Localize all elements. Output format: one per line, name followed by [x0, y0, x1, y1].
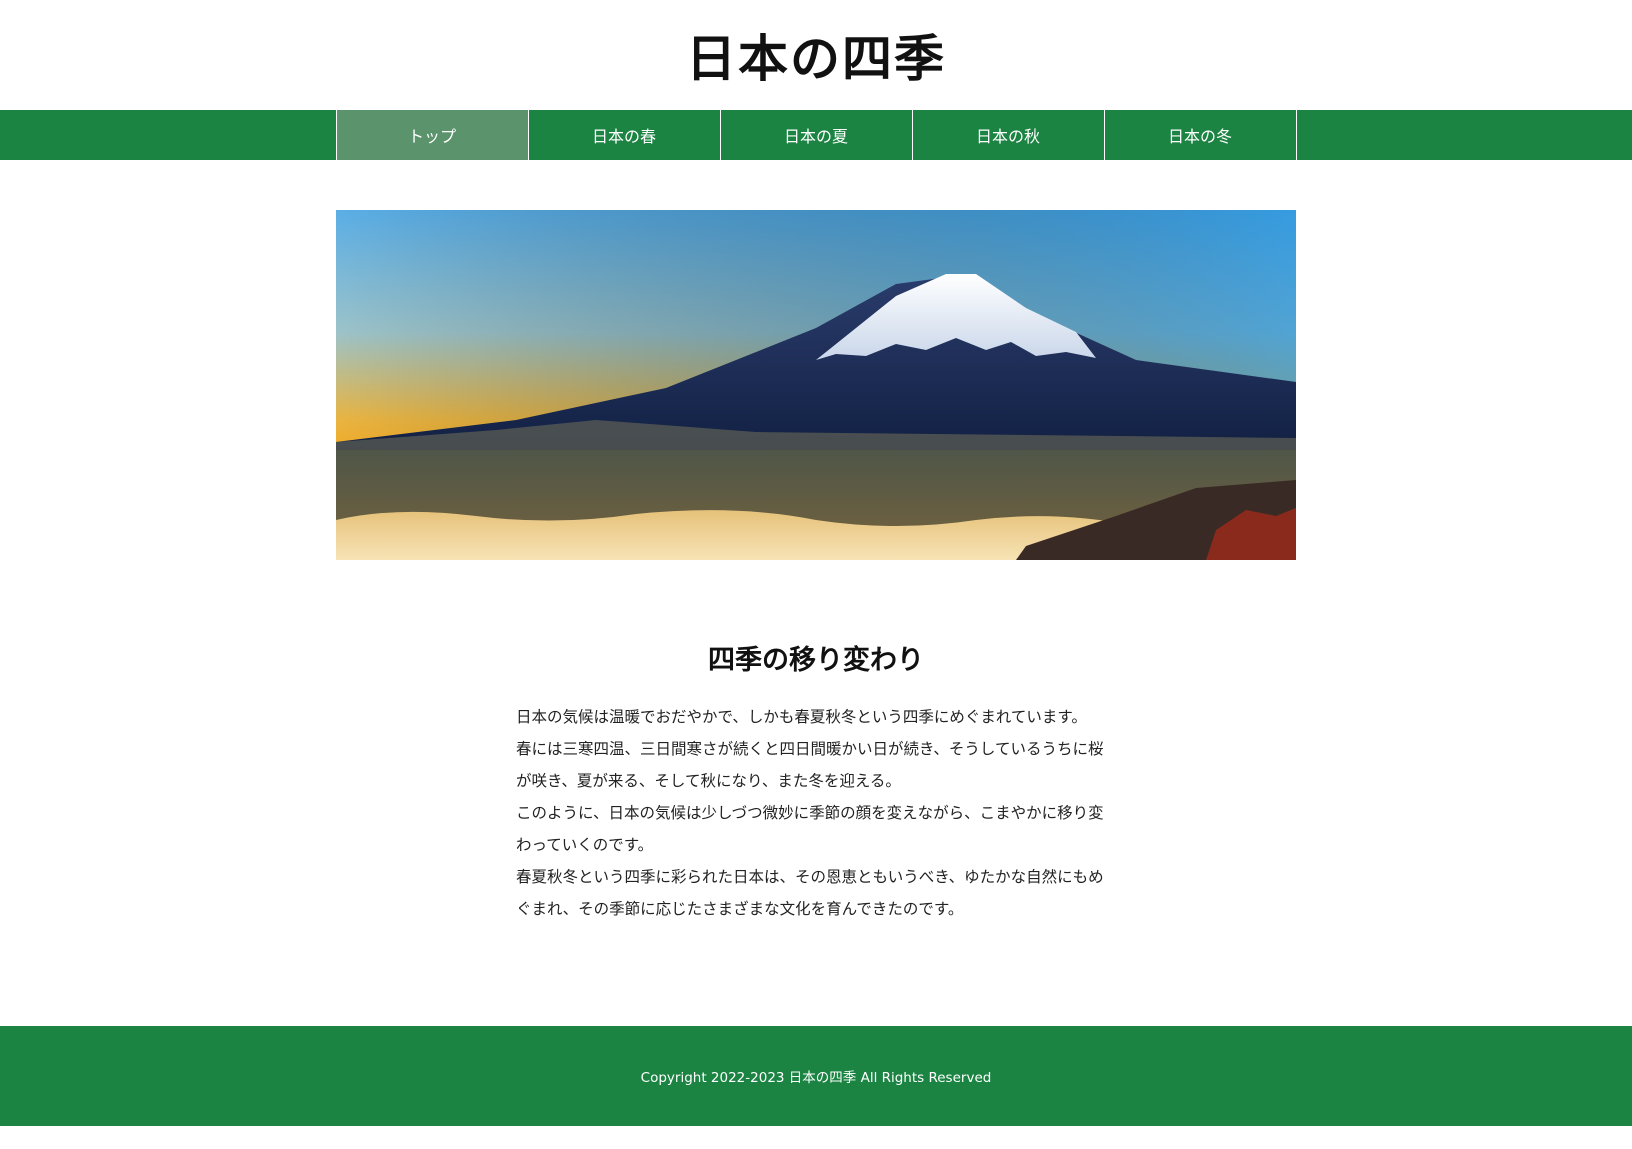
- hero-image-mount-fuji: [336, 210, 1296, 560]
- nav-item-autumn[interactable]: 日本の秋: [913, 110, 1105, 160]
- nav-item-spring[interactable]: 日本の春: [529, 110, 721, 160]
- site-footer: Copyright 2022-2023 日本の四季 All Rights Res…: [0, 1026, 1632, 1126]
- nav-item-summer[interactable]: 日本の夏: [721, 110, 913, 160]
- paragraph-line: 春夏秋冬という四季に彩られた日本は、その恩恵ともいうべき、ゆたかな自然にもめぐま…: [516, 868, 1104, 918]
- nav-list: トップ 日本の春 日本の夏 日本の秋 日本の冬: [335, 110, 1297, 160]
- global-nav: トップ 日本の春 日本の夏 日本の秋 日本の冬: [0, 110, 1632, 160]
- site-header: 日本の四季: [0, 0, 1632, 110]
- section-heading: 四季の移り変わり: [708, 645, 924, 676]
- paragraph-line: 日本の気候は温暖でおだやかで、しかも春夏秋冬という四季にめぐまれています。: [516, 708, 1087, 726]
- nav-item-winter[interactable]: 日本の冬: [1105, 110, 1297, 160]
- body-text: 日本の気候は温暖でおだやかで、しかも春夏秋冬という四季にめぐまれています。 春に…: [516, 701, 1116, 925]
- copyright-text: Copyright 2022-2023 日本の四季 All Rights Res…: [640, 1070, 992, 1086]
- paragraph-line: このように、日本の気候は少しづつ微妙に季節の顔を変えながら、こまやかに移り変わっ…: [516, 804, 1104, 854]
- paragraph-line: 春には三寒四温、三日間寒さが続くと四日間暖かい日が続き、そうしているうちに桜が咲…: [516, 740, 1104, 790]
- nav-item-top[interactable]: トップ: [336, 110, 529, 160]
- main-content: 四季の移り変わり 日本の気候は温暖でおだやかで、しかも春夏秋冬という四季にめぐま…: [516, 560, 1116, 925]
- site-title: 日本の四季: [686, 29, 946, 88]
